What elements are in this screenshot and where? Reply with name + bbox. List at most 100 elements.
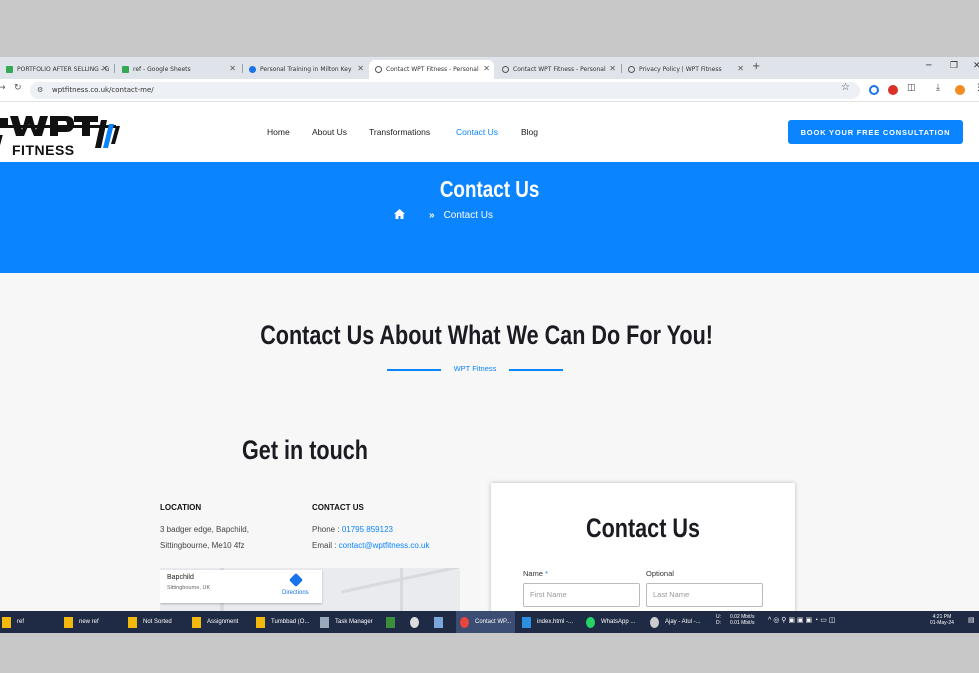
taskbar-item-media[interactable]: Ajay - Atul -... [650,611,701,633]
get-in-touch-heading: Get in touch [242,435,368,465]
location-line-1: 3 badger edge, Bapchild, [160,525,249,534]
hero-banner: Contact Us » Contact Us [0,162,979,273]
last-name-input[interactable]: Last Name [646,583,763,607]
taskbar-item-tumbbad[interactable]: Tumbbad (O... [256,611,309,633]
site-info-icon[interactable]: ⚙ [37,82,43,99]
phone-link[interactable]: 01795 859123 [342,525,393,534]
tab-ref-sheets[interactable]: ref - Google Sheets ✕ [116,60,240,79]
divider-right [509,369,563,371]
directions-link[interactable]: Directions [282,590,309,596]
close-icon[interactable]: ✕ [737,64,744,73]
shield-extension-icon[interactable] [888,85,898,95]
taskbar-item-new-ref[interactable]: new ref [64,611,99,633]
reload-icon[interactable]: ↻ [14,83,22,93]
menu-icon[interactable]: ⋮ [974,83,979,93]
tab-title: ref - Google Sheets [133,66,191,73]
phone-label: Phone : [312,525,342,534]
nav-about-us[interactable]: About Us [312,127,347,137]
taskbar-item-not-sorted[interactable]: Not Sorted [128,611,172,633]
globe-icon [375,66,382,73]
tab-contact[interactable]: Contact WPT Fitness - Personal ✕ [496,60,620,79]
taskbar-app-icon[interactable] [434,611,449,633]
book-consultation-button[interactable]: BOOK YOUR FREE CONSULTATION [788,120,963,144]
folder-icon [192,616,201,628]
notepad-icon [386,616,395,628]
phone-line: Phone : 01795 859123 [312,525,393,534]
sheets-icon [6,66,13,73]
logo-text: FITNESS [12,142,75,158]
tab-portfolio[interactable]: PORTFOLIO AFTER SELLING - G ✕ [0,60,112,79]
document-icon [434,616,443,628]
breadcrumb: » Contact Us [394,209,493,222]
folder-icon [256,616,265,628]
bookmark-star-icon[interactable]: ☆ [841,82,850,93]
map-place-card: Bapchild Sittingbourne, UK Directions [160,570,322,603]
tab-title: Personal Training in Milton Key [260,66,352,73]
extension-icon[interactable] [869,85,879,95]
new-tab-button[interactable]: + [752,61,760,72]
optional-label: Optional [646,569,674,578]
tab-privacy[interactable]: Privacy Policy | WPT Fitness ✕ [622,60,748,79]
sheets-icon [122,66,129,73]
nav-contact-us[interactable]: Contact Us [456,127,498,137]
taskbar-app-icon[interactable] [386,611,401,633]
tab-personal-training[interactable]: Personal Training in Milton Key ✕ [243,60,368,79]
task-manager-icon [320,616,329,628]
taskbar-item-assignment[interactable]: Assignment [192,611,238,633]
close-icon[interactable]: ✕ [357,64,364,73]
tab-contact-active[interactable]: Contact WPT Fitness - Personal ✕ [369,60,494,79]
media-player-icon [650,616,659,628]
email-link[interactable]: contact@wptfitness.co.uk [339,541,430,550]
tab-title: Privacy Policy | WPT Fitness [639,66,722,73]
site-header: FITNESS Home About Us Transformations Co… [0,102,979,162]
first-name-input[interactable]: First Name [523,583,640,607]
system-tray-icons[interactable]: ^ ◎ ⚲ ▣ ▣ ▣ ◔ ▭ ◫ [768,617,835,624]
minimize-icon[interactable]: ─ [926,61,931,71]
taskbar-app-icon[interactable] [410,611,425,633]
download-icon[interactable]: ⤓ [936,83,940,93]
restore-icon[interactable]: ❐ [950,61,958,71]
required-mark: * [545,569,549,578]
nav-home[interactable]: Home [267,127,290,137]
divider-label: WPT Fitness [453,364,497,373]
location-line-2: Sittingbourne, Me10 4fz [160,541,245,550]
divider-left [387,369,441,371]
taskbar-item-chrome[interactable]: Contact WP... [456,611,516,633]
close-icon[interactable]: ✕ [229,64,236,73]
home-icon[interactable] [394,209,405,222]
taskbar-item-ref[interactable]: ref [2,611,24,633]
tab-strip: PORTFOLIO AFTER SELLING - G ✕ ref - Goog… [0,57,979,79]
hero-title: Contact Us [439,176,540,202]
clock[interactable]: 4:21 PM 01-May-24 [930,614,954,626]
chevron-double-right-icon: » [429,210,435,221]
folder-icon [64,616,73,628]
name-label: Name * [523,569,549,578]
network-speed-values: 0.02 Mbit/s 0.01 Mbit/s [730,614,755,626]
nav-blog[interactable]: Blog [521,127,538,137]
notification-icon[interactable]: ▤ [968,617,975,624]
close-icon[interactable]: ✕ [101,64,108,73]
url-text: wptfitness.co.uk/contact-me/ [52,86,154,94]
profile-avatar[interactable] [955,85,965,95]
tab-title: PORTFOLIO AFTER SELLING - G [17,66,110,73]
vscode-icon [522,616,531,628]
close-icon[interactable]: ✕ [483,64,490,73]
close-window-icon[interactable]: ✕ [973,61,979,71]
chrome-icon [460,616,469,628]
forward-icon[interactable]: → [0,83,6,93]
close-icon[interactable]: ✕ [609,64,616,73]
address-bar[interactable]: ⚙ wptfitness.co.uk/contact-me/ [30,82,860,99]
taskbar-item-task-manager[interactable]: Task Manager [320,611,373,633]
disc-icon [410,616,419,628]
form-title: Contact Us [585,513,700,543]
taskbar-item-vscode[interactable]: index.html -... [522,611,573,633]
globe-icon [628,66,635,73]
contact-heading: CONTACT US [312,503,364,512]
folder-icon [2,616,11,628]
tab-title: Contact WPT Fitness - Personal [386,66,479,73]
puzzle-icon[interactable]: ◫ [907,83,916,93]
nav-transformations[interactable]: Transformations [369,127,430,137]
taskbar-item-whatsapp[interactable]: WhatsApp ... [586,611,635,633]
main-content: Contact Us About What We Can Do For You!… [0,273,979,633]
wpt-logo[interactable]: FITNESS [0,108,123,158]
